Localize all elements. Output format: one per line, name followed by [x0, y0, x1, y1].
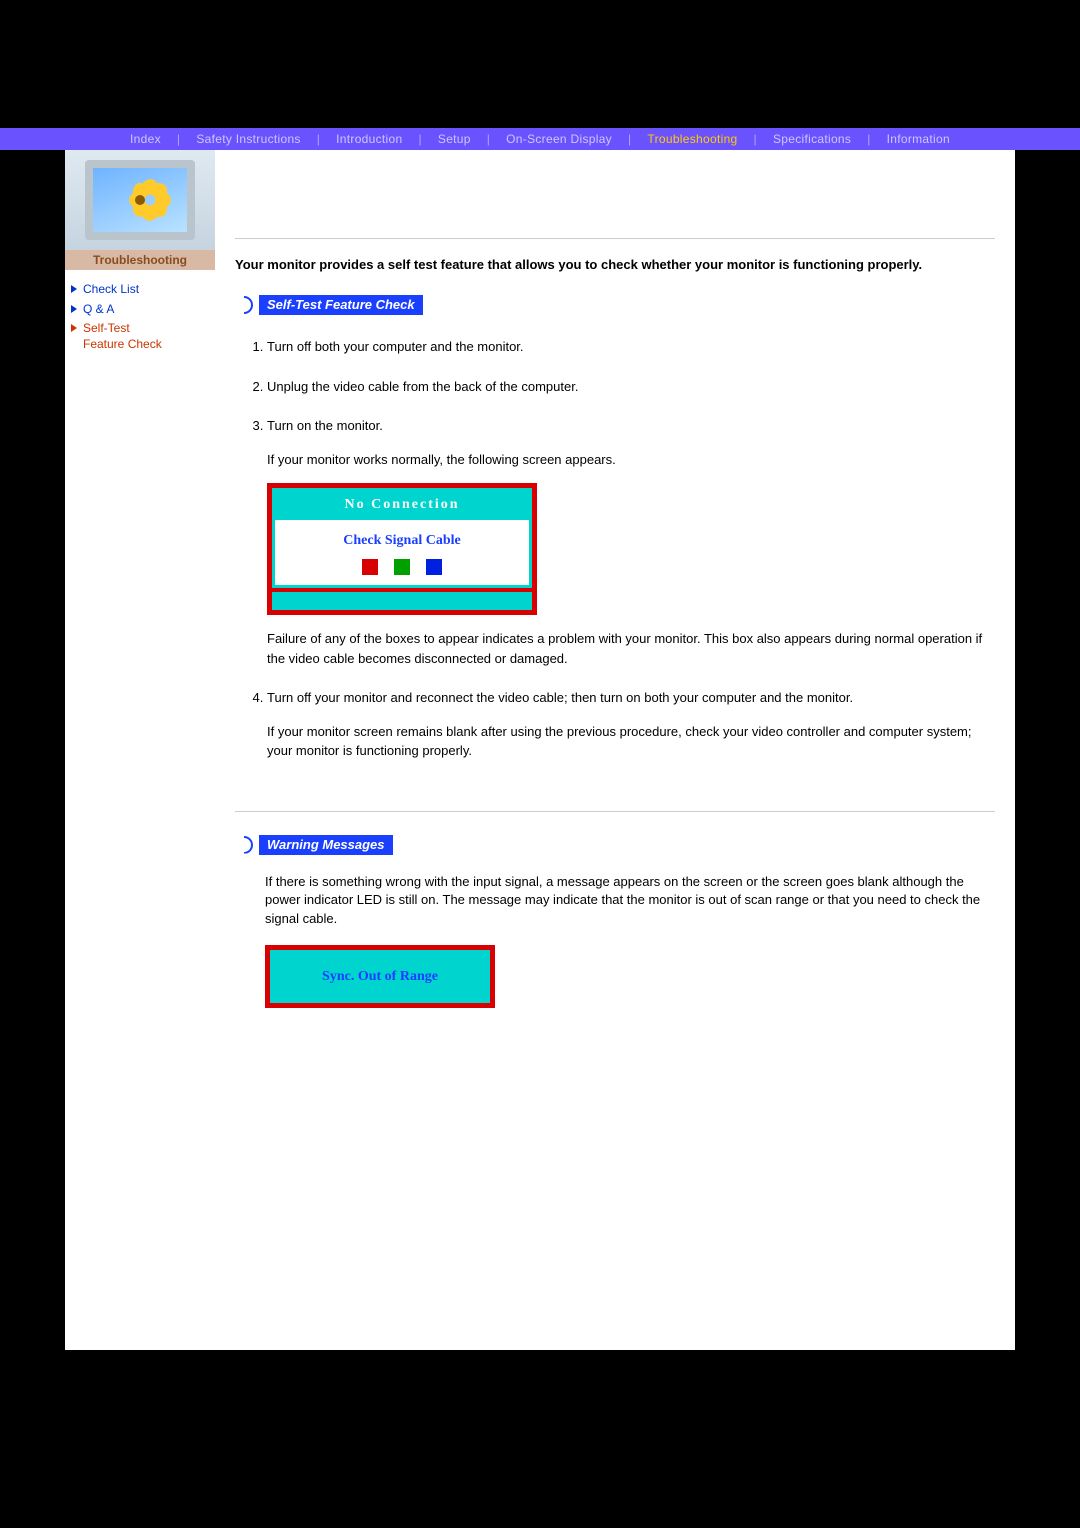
nav-separator: | [177, 132, 180, 146]
nav-safety-instructions[interactable]: Safety Instructions [190, 132, 306, 146]
sidebar-item-label: Self-Test Feature Check [83, 321, 162, 352]
step-subtext: Failure of any of the boxes to appear in… [267, 629, 995, 668]
arc-icon [235, 836, 253, 854]
sidebar: Troubleshooting Check List Q & A Self-Te… [65, 150, 215, 1350]
nav-specifications[interactable]: Specifications [767, 132, 857, 146]
nav-separator: | [487, 132, 490, 146]
step-subtext: If your monitor works normally, the foll… [267, 450, 995, 470]
nav-separator: | [418, 132, 421, 146]
sidebar-item-self-test[interactable]: Self-Test Feature Check [71, 321, 209, 352]
step-1: Turn off both your computer and the moni… [267, 337, 995, 357]
step-2: Unplug the video cable from the back of … [267, 377, 995, 397]
step-text: Turn on the monitor. [267, 418, 383, 433]
nav-separator: | [754, 132, 757, 146]
section-self-test-header: Self-Test Feature Check [235, 295, 423, 315]
green-swatch-icon [394, 559, 410, 575]
flower-icon [123, 183, 157, 217]
intro-text: Your monitor provides a self test featur… [235, 257, 995, 272]
sidebar-item-check-list[interactable]: Check List [71, 282, 209, 298]
section-title: Warning Messages [259, 835, 393, 855]
sidebar-item-label: Check List [83, 282, 139, 298]
red-swatch-icon [362, 559, 378, 575]
triangle-icon [71, 324, 77, 332]
steps-list: Turn off both your computer and the moni… [245, 337, 995, 761]
sync-out-of-range-screen: Sync. Out of Range [265, 945, 495, 1008]
no-connection-screen: No Connection Check Signal Cable [267, 483, 537, 615]
nav-separator: | [317, 132, 320, 146]
nav-troubleshooting[interactable]: Troubleshooting [641, 132, 743, 146]
main-content: Your monitor provides a self test featur… [215, 150, 1015, 1350]
section-warning-header: Warning Messages [235, 835, 393, 855]
step-4: Turn off your monitor and reconnect the … [267, 688, 995, 761]
arc-icon [235, 296, 253, 314]
step-text: Unplug the video cable from the back of … [267, 379, 578, 394]
top-nav: Index | Safety Instructions | Introducti… [0, 128, 1080, 150]
sidebar-item-label: Q & A [83, 302, 114, 318]
sidebar-item-q-and-a[interactable]: Q & A [71, 302, 209, 318]
nav-information[interactable]: Information [881, 132, 956, 146]
triangle-icon [71, 285, 77, 293]
monitor-illustration [65, 150, 215, 250]
blue-swatch-icon [426, 559, 442, 575]
nav-setup[interactable]: Setup [432, 132, 477, 146]
nav-introduction[interactable]: Introduction [330, 132, 408, 146]
triangle-icon [71, 305, 77, 313]
no-connection-title: No Connection [275, 491, 529, 520]
section-title: Self-Test Feature Check [259, 295, 423, 315]
nav-index[interactable]: Index [124, 132, 167, 146]
rgb-swatches [275, 559, 529, 575]
sync-out-of-range-text: Sync. Out of Range [322, 969, 438, 984]
nav-separator: | [867, 132, 870, 146]
nav-on-screen-display[interactable]: On-Screen Display [500, 132, 618, 146]
check-signal-cable-text: Check Signal Cable [275, 530, 529, 551]
warning-paragraph: If there is something wrong with the inp… [265, 873, 995, 930]
nav-separator: | [628, 132, 631, 146]
divider [235, 811, 995, 812]
sidebar-title: Troubleshooting [65, 250, 215, 270]
step-text: Turn off your monitor and reconnect the … [267, 690, 853, 705]
divider [235, 238, 995, 239]
step-3: Turn on the monitor. If your monitor wor… [267, 416, 995, 668]
step-subtext: If your monitor screen remains blank aft… [267, 722, 995, 761]
step-text: Turn off both your computer and the moni… [267, 339, 524, 354]
